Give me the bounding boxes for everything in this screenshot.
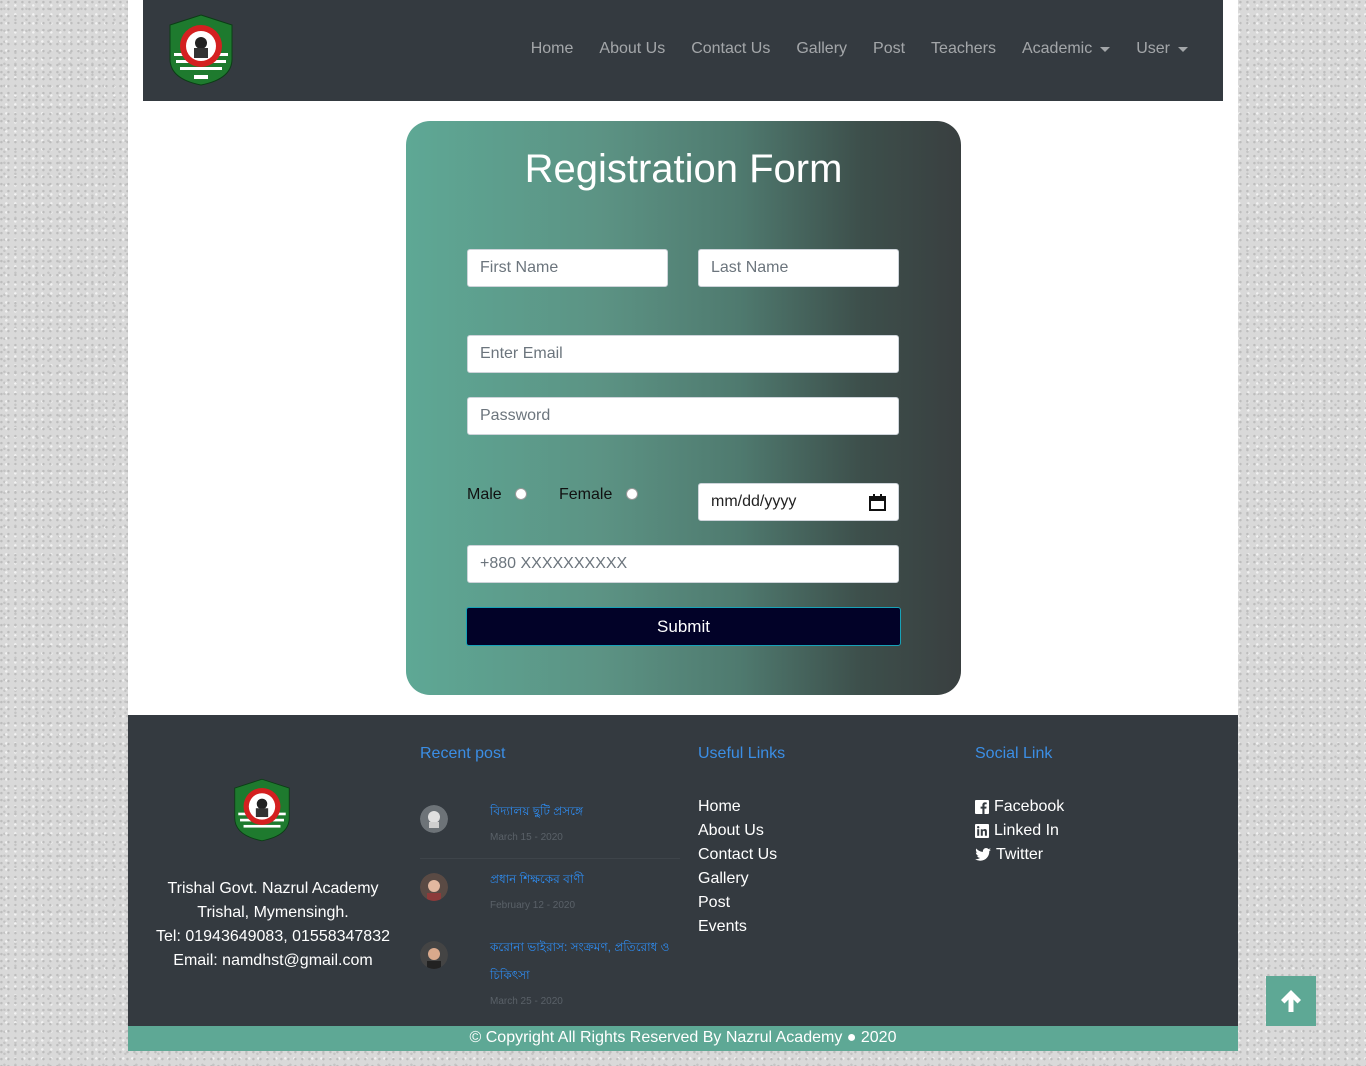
footer-logo-icon [234,778,290,842]
social-twitter[interactable]: Twitter [975,843,1064,867]
nav-user-dropdown[interactable]: User [1123,38,1201,60]
social-link-heading: Social Link [975,745,1053,762]
submit-button[interactable]: Submit [466,607,901,646]
back-to-top-button[interactable] [1266,976,1316,1026]
social-facebook-label: Facebook [994,798,1065,815]
social-links-list: Facebook Linked In Twitter [975,795,1064,867]
post-date: March 25 - 2020 [490,996,563,1007]
footer: Trishal Govt. Nazrul Academy Trishal, My… [128,715,1238,1026]
address-line-location: Trishal, Mymensingh. [197,904,349,921]
recent-post-heading: Recent post [420,745,506,762]
footer-link-events[interactable]: Events [698,915,777,939]
useful-links-heading: Useful Links [698,745,786,762]
social-linkedin-label: Linked In [994,822,1059,839]
birthdate-input[interactable]: mm/dd/yyyy [698,483,899,521]
post-thumbnail[interactable] [420,941,448,969]
footer-link-about[interactable]: About Us [698,819,777,843]
nav-post-label: Post [873,40,906,57]
nav-contact-label: Contact Us [691,40,771,57]
navbar: Home About Us Contact Us Gallery Post Te… [143,0,1223,101]
nav-about-us[interactable]: About Us [586,38,678,60]
footer-link-gallery[interactable]: Gallery [698,867,777,891]
nav-gallery-label: Gallery [796,40,848,57]
gender-female-label: Female [559,486,613,503]
page-container: Home About Us Contact Us Gallery Post Te… [128,0,1238,1051]
nav-teachers-label: Teachers [931,40,996,57]
nav-about-label: About Us [599,40,666,57]
nav-post[interactable]: Post [860,38,918,60]
copyright-bar: © Copyright All Rights Reserved By Nazru… [128,1026,1238,1051]
address-line-email: Email: namdhst@gmail.com [173,952,373,969]
gender-female-radio[interactable] [626,488,638,500]
post-thumbnail-image [420,873,448,901]
social-linkedin[interactable]: Linked In [975,819,1064,843]
post-title[interactable]: প্রধান শিক্ষকের বাণী [490,865,670,893]
nav-contact-us[interactable]: Contact Us [678,38,783,60]
post-thumbnail-image [420,805,448,833]
nav-gallery[interactable]: Gallery [783,38,860,60]
last-name-input[interactable] [698,249,899,287]
nav-home[interactable]: Home [518,38,587,60]
post-title[interactable]: বিদ্যালয় ছুটি প্রসঙ্গে [490,797,670,825]
arrow-up-icon [1281,990,1301,1012]
nav-teachers[interactable]: Teachers [918,38,1009,60]
nav-home-label: Home [530,40,574,57]
post-thumbnail-image [420,941,448,969]
first-name-input[interactable] [467,249,668,287]
post-divider [420,858,680,859]
social-twitter-label: Twitter [996,846,1044,863]
social-facebook[interactable]: Facebook [975,795,1064,819]
post-thumbnail[interactable] [420,805,448,833]
post-thumbnail[interactable] [420,873,448,901]
twitter-icon [975,848,991,861]
address-line-name: Trishal Govt. Nazrul Academy [167,880,379,897]
useful-links-list: Home About Us Contact Us Gallery Post Ev… [698,795,777,939]
nav-menu: Home About Us Contact Us Gallery Post Te… [518,38,1201,60]
registration-card: Registration Form Male Female mm/dd/yyyy… [406,121,961,695]
password-input[interactable] [467,397,899,435]
footer-address: Trishal Govt. Nazrul Academy Trishal, My… [153,877,393,973]
facebook-icon [975,800,989,814]
form-title: Registration Form [524,147,843,191]
date-placeholder: mm/dd/yyyy [711,493,797,510]
post-date: February 12 - 2020 [490,900,576,911]
footer-link-home[interactable]: Home [698,795,777,819]
nav-user-label: User [1136,40,1170,57]
post-date: March 15 - 2020 [490,832,563,843]
footer-link-contact[interactable]: Contact Us [698,843,777,867]
gender-male-radio[interactable] [515,488,527,500]
calendar-icon[interactable] [869,493,886,511]
linkedin-icon [975,824,989,838]
gender-male-label: Male [467,486,502,503]
caret-down-icon [1178,46,1188,52]
caret-down-icon [1100,46,1111,52]
nav-academic-label: Academic [1021,40,1093,57]
phone-input[interactable] [467,545,899,583]
footer-link-post[interactable]: Post [698,891,777,915]
nav-academic-dropdown[interactable]: Academic [1009,38,1123,60]
school-logo-icon[interactable] [168,13,234,87]
address-line-phone: Tel: 01943649083, 01558347832 [156,928,390,945]
email-input[interactable] [467,335,899,373]
post-title[interactable]: করোনা ভাইরাস: সংক্রমণ, প্রতিরোধ ও চিকিৎস… [490,933,670,989]
